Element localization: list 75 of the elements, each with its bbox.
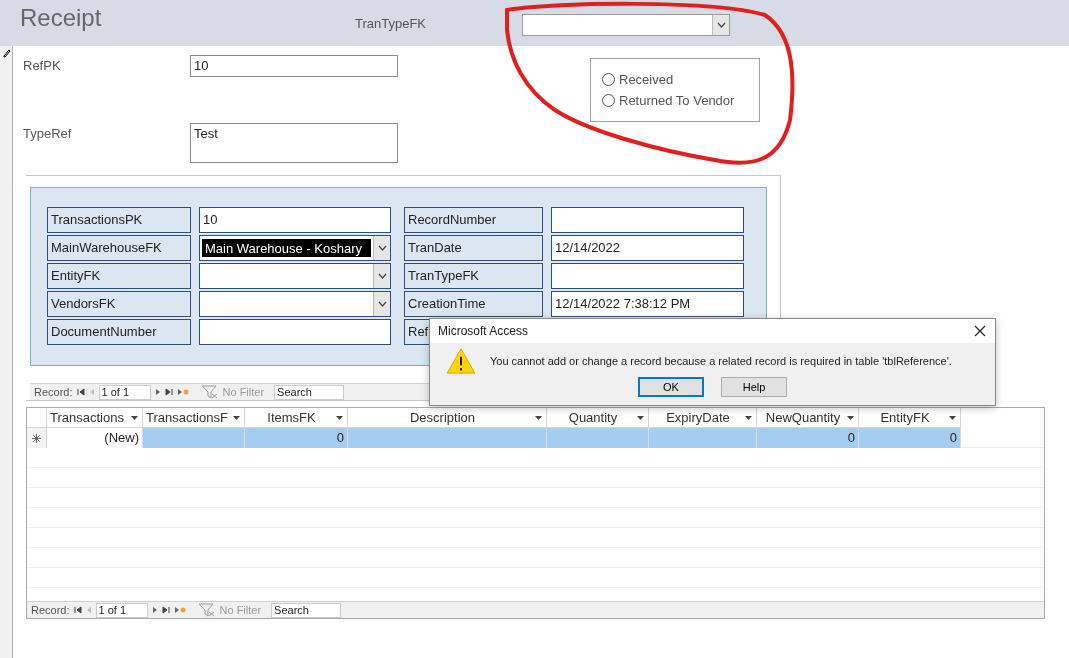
field-label: DocumentNumber xyxy=(47,319,191,345)
field-label: CreationTime xyxy=(404,291,543,317)
combo-box[interactable] xyxy=(199,263,391,289)
table-cell: 0 xyxy=(859,428,961,448)
pencil-icon xyxy=(1,48,11,58)
asterisk-icon xyxy=(32,433,41,443)
dropdown-arrow-icon[interactable] xyxy=(131,416,138,420)
last-record-icon[interactable] xyxy=(161,606,170,614)
column-header[interactable]: Transactions xyxy=(47,408,143,428)
field-label: TypeRef xyxy=(23,125,73,143)
first-record-icon[interactable] xyxy=(76,388,85,397)
column-header[interactable]: ExpiryDate xyxy=(649,408,757,428)
table-cell: 0 xyxy=(245,428,348,448)
text-field[interactable]: Test xyxy=(190,123,398,163)
column-header[interactable]: EntityFK xyxy=(859,408,961,428)
column-header[interactable]: TransactionsF xyxy=(143,408,245,428)
search-field[interactable]: Search xyxy=(274,384,345,400)
last-record-icon[interactable] xyxy=(164,388,173,397)
chevron-down-icon xyxy=(377,301,387,307)
column-header[interactable]: ItemsFK xyxy=(245,408,348,428)
radio-label: Received xyxy=(619,72,674,87)
text-field[interactable] xyxy=(551,207,744,233)
field-label: TranTypeFK xyxy=(355,16,428,31)
combo-box[interactable]: Main Warehouse - Koshary xyxy=(199,235,391,261)
radio-label: Returned To Vendor xyxy=(619,93,735,108)
record-position-field[interactable]: 1 of 1 xyxy=(98,384,151,400)
column-header[interactable]: NewQuantity xyxy=(757,408,859,428)
combo-box[interactable] xyxy=(199,291,391,317)
text-field[interactable] xyxy=(551,263,744,289)
search-field[interactable]: Search xyxy=(271,602,342,618)
dropdown-arrow-icon[interactable] xyxy=(847,416,854,420)
field-label: VendorsFK xyxy=(47,291,191,317)
chevron-down-icon xyxy=(716,22,726,28)
row-selector[interactable] xyxy=(27,428,47,448)
next-record-icon[interactable] xyxy=(154,388,161,397)
new-record-icon[interactable] xyxy=(173,606,186,614)
text-field[interactable]: 10 xyxy=(199,207,391,233)
field-label: TranDate xyxy=(404,235,543,261)
dropdown-arrow-icon[interactable] xyxy=(336,416,343,420)
next-record-icon[interactable] xyxy=(151,606,158,614)
text-field[interactable]: 12/14/2022 7:38:12 PM xyxy=(551,291,744,317)
field-label: EntityFK xyxy=(47,263,191,289)
form-title: Receipt xyxy=(20,4,103,32)
record-label: Record: xyxy=(31,604,70,616)
dropdown-arrow-icon[interactable] xyxy=(745,416,752,420)
column-header[interactable]: Quantity xyxy=(547,408,649,428)
dropdown-arrow-icon[interactable] xyxy=(535,416,542,420)
chevron-down-icon xyxy=(377,273,387,279)
chevron-down-icon xyxy=(377,245,387,251)
table-cell: (New) xyxy=(47,428,143,448)
dropdown-arrow-icon[interactable] xyxy=(949,416,956,420)
dialog-button[interactable]: Help xyxy=(721,377,787,397)
field-label: MainWarehouseFK xyxy=(47,235,191,261)
field-label: RefPK xyxy=(23,57,62,75)
text-field[interactable] xyxy=(199,319,391,345)
new-record-icon[interactable] xyxy=(176,388,189,397)
record-label: Record: xyxy=(34,386,73,399)
dialog-message: You cannot add or change a record because a related record is required in table 'tblReference'. xyxy=(490,355,952,367)
field-label: RecordNumber xyxy=(404,207,543,233)
table-cell: 0 xyxy=(757,428,859,448)
dropdown-arrow-icon[interactable] xyxy=(637,416,644,420)
close-icon xyxy=(974,325,986,337)
text-field[interactable]: 10 xyxy=(190,55,398,77)
radio-button[interactable] xyxy=(602,94,615,107)
dialog-button[interactable]: OK xyxy=(638,377,704,397)
dialog-title: Microsoft Access xyxy=(438,324,530,338)
record-position-field[interactable]: 1 of 1 xyxy=(95,602,148,618)
dropdown-arrow-icon[interactable] xyxy=(233,416,240,420)
field-label: TransactionsPK xyxy=(47,207,191,233)
field-label: TranTypeFK xyxy=(404,263,543,289)
column-header[interactable]: Description xyxy=(348,408,547,428)
text-field[interactable]: 12/14/2022 xyxy=(551,235,744,261)
warning-icon xyxy=(446,348,476,374)
radio-button[interactable] xyxy=(602,73,615,86)
first-record-icon[interactable] xyxy=(73,606,82,614)
